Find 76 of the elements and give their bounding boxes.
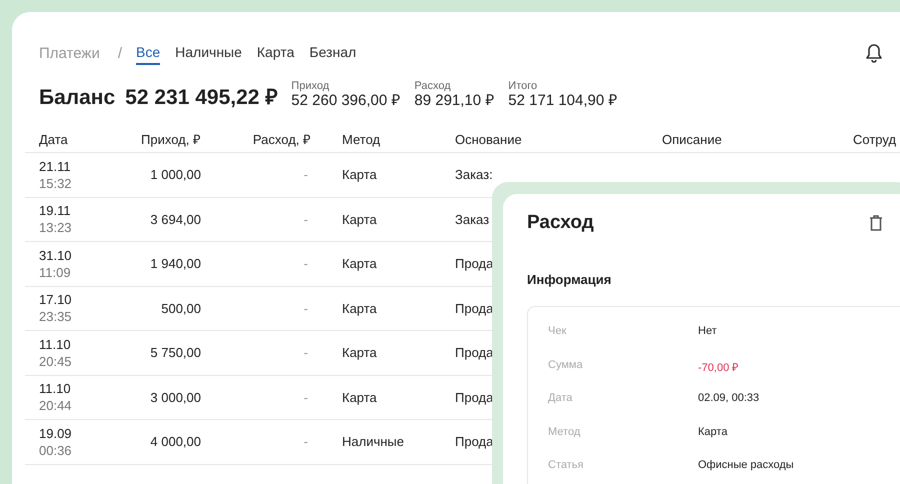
expense-cell-text: - <box>302 345 309 360</box>
income-cell-text: 1 940,00 <box>149 256 201 272</box>
total-label: Приход <box>291 80 330 92</box>
filter-tab[interactable]: Карта <box>256 42 294 64</box>
basis-cell: Прода <box>455 256 494 272</box>
field-label: Сумма <box>548 358 584 372</box>
column-header: Описание <box>662 132 723 146</box>
column-header: Приход, ₽ <box>140 131 201 148</box>
field-value: Карта <box>698 426 728 440</box>
income-cell-text: 1 000,00 <box>149 167 201 182</box>
column-header: Метод <box>341 132 382 146</box>
field-value: Нет <box>698 325 717 339</box>
column-header: Основание <box>455 132 523 146</box>
total-label: Расход <box>414 80 452 92</box>
row-time: 00:36 <box>39 442 73 459</box>
row-time: 20:44 <box>39 397 73 414</box>
method-cell-text: Карта <box>341 345 378 360</box>
method-cell-text: Наличные <box>341 434 405 450</box>
total-value: 89 291,10 ₽ <box>414 92 494 110</box>
section-heading: Информация <box>527 272 612 287</box>
total-value: 52 260 396,00 ₽ <box>291 92 400 110</box>
expense-cell-text: - <box>302 212 309 227</box>
column-header: Расход, ₽ <box>252 131 311 148</box>
expense-cell-text: - <box>302 167 309 182</box>
panel-title: Расход <box>527 212 594 234</box>
balance-value: 52 231 495,22 ₽ <box>125 86 278 110</box>
row-time: 13:23 <box>39 219 73 236</box>
method-cell-text: Карта <box>341 212 378 227</box>
field-label: Чек <box>548 325 568 339</box>
method-cell-text: Карта <box>341 390 378 405</box>
row-date: 21.11 <box>39 158 72 175</box>
breadcrumb-separator: / <box>118 44 122 62</box>
basis-cell: Прода <box>455 434 494 450</box>
income-cell-text: 500,00 <box>160 300 201 316</box>
row-date: 31.10 <box>39 246 73 264</box>
filter-tab[interactable]: Наличные <box>175 42 242 64</box>
row-date: 17.10 <box>39 291 73 308</box>
row-date: 19.09 <box>39 424 73 442</box>
filter-tab[interactable]: Все <box>136 42 160 64</box>
row-time: 11:09 <box>39 264 72 281</box>
basis-cell: Прода <box>455 390 494 405</box>
column-header: Сотруд <box>853 132 896 146</box>
method-cell-text: Карта <box>341 256 378 272</box>
field-value: 02.09, 00:33 <box>698 392 760 406</box>
basis-cell: Прода <box>455 345 494 360</box>
field-label: Статья <box>548 459 584 473</box>
field-value: Офисные расходы <box>698 459 794 473</box>
balance-label: Баланс <box>39 86 116 110</box>
expense-cell-text: - <box>302 300 309 316</box>
total-value: 52 171 104,90 ₽ <box>508 92 618 110</box>
basis-cell: Заказ: <box>455 167 493 182</box>
income-cell-text: 4 000,00 <box>149 434 201 450</box>
field-label: Метод <box>548 426 582 440</box>
column-header: Дата <box>39 132 69 146</box>
field-label: Дата <box>548 392 574 406</box>
total-label: Итого <box>508 80 538 92</box>
expense-cell-text: - <box>302 256 309 272</box>
trash-icon[interactable] <box>869 215 883 231</box>
row-date: 19.11 <box>39 202 72 220</box>
income-cell-text: 5 750,00 <box>149 345 201 360</box>
basis-cell: Прода <box>455 300 494 316</box>
basis-cell: Заказ <box>455 212 490 227</box>
notification-bell-icon[interactable] <box>865 43 883 63</box>
expense-cell-text: - <box>302 390 309 405</box>
expense-cell-text: - <box>302 434 309 450</box>
row-time: 20:45 <box>39 352 73 370</box>
field-value: -70,00 ₽ <box>698 360 738 376</box>
method-cell-text: Карта <box>341 300 378 316</box>
row-time: 15:32 <box>39 174 73 192</box>
income-cell-text: 3 694,00 <box>149 212 201 227</box>
method-cell-text: Карта <box>341 167 378 182</box>
row-date: 11.10 <box>39 380 72 398</box>
row-time: 23:35 <box>39 308 73 326</box>
income-cell-text: 3 000,00 <box>149 390 201 405</box>
filter-tab[interactable]: Безнал <box>309 42 356 64</box>
row-date: 11.10 <box>39 336 72 353</box>
